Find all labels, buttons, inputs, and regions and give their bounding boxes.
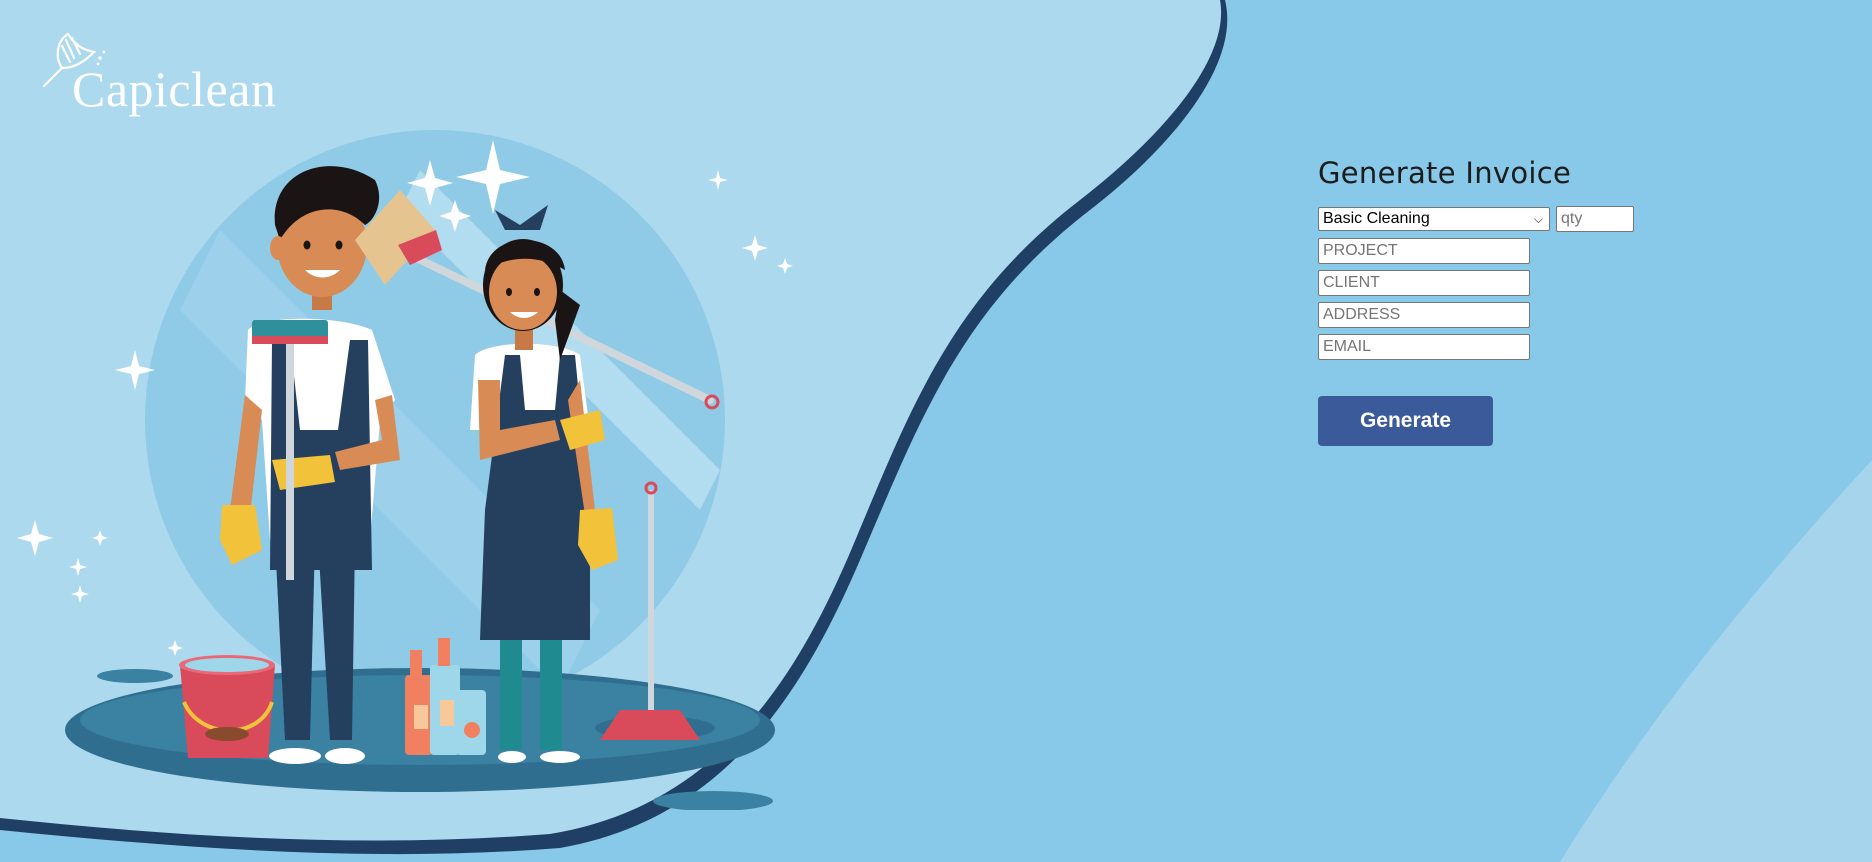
email-input[interactable] xyxy=(1318,334,1530,360)
client-input[interactable] xyxy=(1318,270,1530,296)
generate-button[interactable]: Generate xyxy=(1318,396,1493,446)
invoice-form: Generate Invoice Basic Cleaning ⌵ Genera… xyxy=(1318,156,1718,446)
email-row xyxy=(1318,334,1718,360)
qty-input[interactable] xyxy=(1556,206,1634,232)
form-title: Generate Invoice xyxy=(1318,156,1572,190)
project-row xyxy=(1318,238,1718,264)
project-input[interactable] xyxy=(1318,238,1530,264)
service-select[interactable]: Basic Cleaning ⌵ xyxy=(1318,207,1550,231)
address-input[interactable] xyxy=(1318,302,1530,328)
cleaners-illustration xyxy=(17,130,793,810)
brand-logo-text: Capiclean xyxy=(72,61,277,117)
client-row xyxy=(1318,270,1718,296)
chevron-down-icon: ⌵ xyxy=(1533,211,1543,226)
invoice-page: Capiclean Generate Invoice Basic Cleanin… xyxy=(0,0,1872,862)
service-row: Basic Cleaning ⌵ xyxy=(1318,206,1718,232)
address-row xyxy=(1318,302,1718,328)
service-select-value: Basic Cleaning xyxy=(1323,210,1430,227)
